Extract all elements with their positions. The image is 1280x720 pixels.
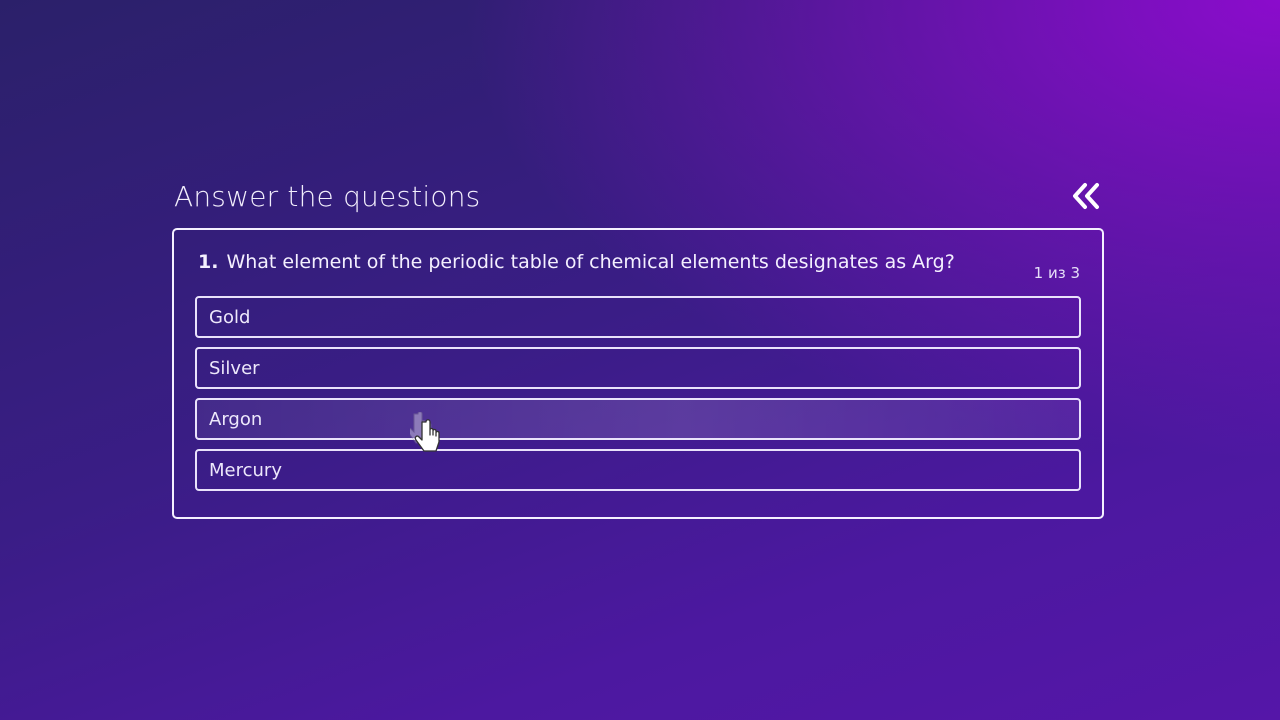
answer-option-mercury[interactable]: Mercury: [195, 449, 1081, 491]
question-number: 1.: [198, 251, 219, 273]
answer-option-gold[interactable]: Gold: [195, 296, 1081, 338]
answer-option-label: Argon: [209, 408, 263, 430]
answer-option-label: Gold: [209, 306, 251, 328]
answer-option-label: Silver: [209, 357, 260, 379]
double-chevron-left-icon: [1073, 183, 1099, 209]
question-text: 1. What element of the periodic table of …: [195, 250, 958, 275]
question-card: 1. What element of the periodic table of …: [172, 228, 1104, 519]
answer-option-argon[interactable]: Argon: [195, 398, 1081, 440]
page-title: Answer the questions: [174, 179, 481, 213]
quiz-header: Answer the questions: [172, 176, 1104, 216]
quiz-panel: Answer the questions 1. What element of t…: [172, 176, 1104, 519]
question-counter: 1 из 3: [1033, 264, 1080, 282]
answer-option-label: Mercury: [209, 459, 282, 481]
question-row: 1. What element of the periodic table of …: [195, 250, 1081, 282]
answer-options: Gold Silver Argon Mercury: [195, 296, 1081, 491]
answer-option-silver[interactable]: Silver: [195, 347, 1081, 389]
question-label: What element of the periodic table of ch…: [226, 251, 955, 273]
collapse-button[interactable]: [1070, 180, 1102, 212]
